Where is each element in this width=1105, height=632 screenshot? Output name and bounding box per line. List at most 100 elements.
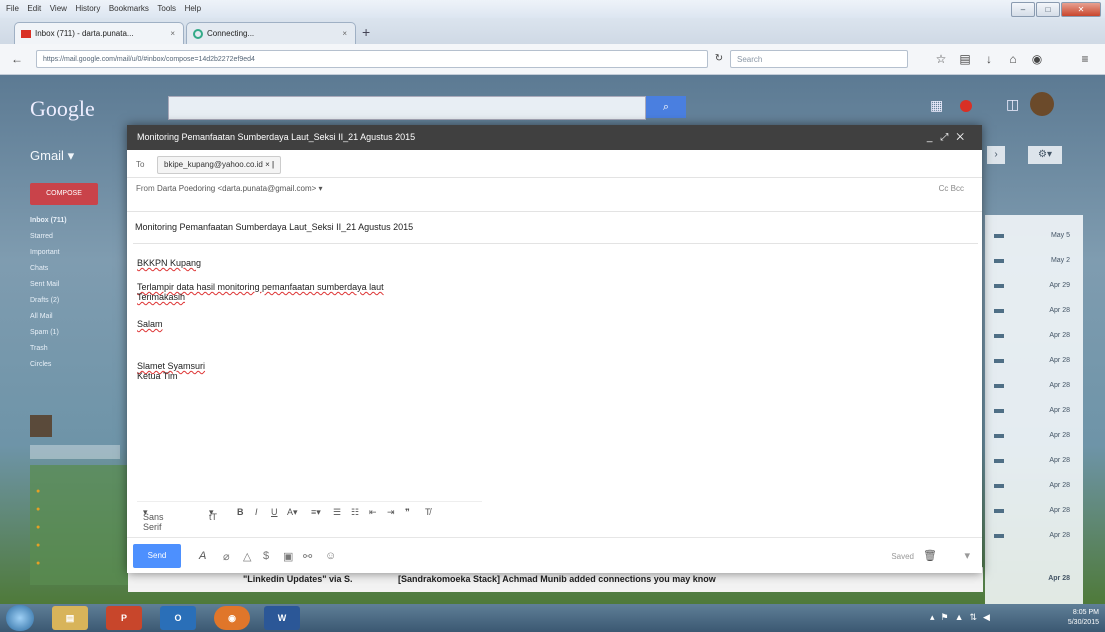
gmail-search-button[interactable]: ⌕: [646, 96, 686, 118]
mail-row[interactable]: Apr 28: [990, 302, 1080, 322]
text-color-icon[interactable]: A▾: [287, 507, 298, 518]
maximize-button[interactable]: □: [1036, 2, 1060, 17]
hangout-contact[interactable]: [36, 560, 126, 567]
hangouts-search-input[interactable]: [30, 445, 120, 459]
from-select[interactable]: Darta Poedoring <darta.punata@gmail.com>…: [157, 184, 323, 193]
tab-inbox[interactable]: Inbox (711) - darta.punata... ×: [14, 22, 184, 44]
formatting-options-icon[interactable]: A: [199, 550, 206, 562]
apps-grid-icon[interactable]: ▦: [930, 97, 943, 114]
mail-row[interactable]: Apr 28: [990, 377, 1080, 397]
body-line-1[interactable]: Terlampir data hasil monitoring pemanfaa…: [137, 282, 384, 292]
font-family-select[interactable]: Sans Serif ▾: [143, 507, 164, 532]
discard-draft-icon[interactable]: 🗑: [923, 549, 937, 562]
compose-window-controls[interactable]: _⤢✕: [927, 125, 972, 150]
more-options-icon[interactable]: ▾: [964, 549, 970, 562]
next-page-icon[interactable]: ›: [987, 146, 1005, 164]
download-icon[interactable]: ↓: [980, 50, 998, 68]
bold-icon[interactable]: B: [237, 507, 244, 517]
label-circles[interactable]: Circles: [30, 361, 51, 368]
settings-gear-icon[interactable]: ⚙▾: [1028, 146, 1062, 164]
reload-icon[interactable]: ↻: [710, 50, 728, 68]
hamburger-menu-icon[interactable]: ≡: [1076, 50, 1094, 68]
label-starred[interactable]: Starred: [30, 233, 53, 240]
mail-row[interactable]: Apr 28: [990, 427, 1080, 447]
italic-icon[interactable]: I: [255, 507, 258, 517]
close-window-button[interactable]: ✕: [1061, 2, 1101, 17]
gmail-search-input[interactable]: [168, 96, 646, 120]
attach-icon[interactable]: ⌀: [223, 550, 230, 563]
quote-icon[interactable]: ❞: [405, 507, 410, 518]
word-taskbar-icon[interactable]: W: [264, 606, 300, 630]
new-tab-button[interactable]: +: [362, 24, 370, 40]
url-bar[interactable]: https://mail.google.com/mail/u/0/#inbox/…: [36, 50, 708, 68]
menu-edit[interactable]: Edit: [27, 4, 41, 13]
insert-link-icon[interactable]: ⚯: [303, 550, 312, 563]
label-all-mail[interactable]: All Mail: [30, 313, 53, 320]
back-icon[interactable]: ←: [8, 50, 26, 68]
menu-history[interactable]: History: [75, 4, 100, 13]
body-signer-name[interactable]: Slamet Syamsuri: [137, 361, 205, 371]
close-tab-icon[interactable]: ×: [170, 23, 175, 45]
minimize-button[interactable]: –: [1011, 2, 1035, 17]
popout-icon[interactable]: ⤢: [940, 132, 956, 143]
bookmarks-list-icon[interactable]: ▤: [956, 50, 974, 68]
explorer-taskbar-icon[interactable]: ▤: [52, 606, 88, 630]
menu-file[interactable]: File: [6, 4, 19, 13]
remove-formatting-icon[interactable]: T̸: [425, 507, 431, 517]
powerpoint-taskbar-icon[interactable]: P: [106, 606, 142, 630]
mail-row[interactable]: Apr 28: [990, 327, 1080, 347]
underline-icon[interactable]: U: [271, 507, 278, 517]
send-button[interactable]: Send: [133, 544, 181, 568]
cc-bcc-link[interactable]: Cc Bcc: [939, 184, 964, 193]
mail-row[interactable]: Apr 28: [990, 527, 1080, 547]
indent-less-icon[interactable]: ⇤: [369, 507, 377, 518]
label-trash[interactable]: Trash: [30, 345, 48, 352]
hangout-contact[interactable]: [36, 524, 126, 531]
emoji-icon[interactable]: ☺: [325, 550, 336, 562]
close-icon[interactable]: ✕: [956, 132, 972, 143]
mail-row[interactable]: Apr 28: [990, 477, 1080, 497]
mail-row[interactable]: May 5: [990, 227, 1080, 247]
bulleted-list-icon[interactable]: ☷: [351, 507, 359, 518]
start-button[interactable]: [6, 605, 34, 631]
pocket-icon[interactable]: ◉: [1028, 50, 1046, 68]
subject-field[interactable]: Monitoring Pemanfaatan Sumberdaya Laut_S…: [135, 222, 413, 232]
insert-photo-icon[interactable]: ▣: [283, 550, 293, 563]
label-chats[interactable]: Chats: [30, 265, 48, 272]
outlook-taskbar-icon[interactable]: O: [160, 606, 196, 630]
body-line-2[interactable]: Terimakasih: [137, 292, 185, 302]
close-tab-icon[interactable]: ×: [342, 23, 347, 45]
mail-row[interactable]: Apr 28: [990, 452, 1080, 472]
label-sent[interactable]: Sent Mail: [30, 281, 59, 288]
notification-icon[interactable]: [960, 100, 972, 112]
menu-view[interactable]: View: [50, 4, 67, 13]
home-icon[interactable]: ⌂: [1004, 50, 1022, 68]
account-avatar[interactable]: [1030, 92, 1054, 116]
label-drafts[interactable]: Drafts (2): [30, 297, 59, 304]
body-signer-title[interactable]: Ketua Tim: [137, 371, 178, 381]
mail-row[interactable]: Apr 28: [990, 352, 1080, 372]
firefox-taskbar-icon[interactable]: ◉: [214, 606, 250, 630]
system-tray[interactable]: ▴⚑▲⇅◀: [930, 612, 996, 623]
font-size-select[interactable]: tT ▾: [209, 507, 217, 522]
hangout-contact[interactable]: [36, 542, 126, 549]
menu-bookmarks[interactable]: Bookmarks: [109, 4, 149, 13]
body-greeting[interactable]: BKKPN Kupang: [137, 258, 201, 268]
taskbar-clock[interactable]: 8:05 PM 5/30/2015: [1068, 608, 1099, 628]
minimize-icon[interactable]: _: [927, 132, 941, 143]
mail-row[interactable]: Apr 29: [990, 277, 1080, 297]
compose-header[interactable]: Monitoring Pemanfaatan Sumberdaya Laut_S…: [127, 125, 982, 150]
gmail-product-label[interactable]: Gmail ▾: [30, 148, 74, 164]
align-icon[interactable]: ≡▾: [311, 507, 321, 518]
mail-row[interactable]: Apr 28: [990, 502, 1080, 522]
body-closing[interactable]: Salam: [137, 319, 163, 329]
mail-row[interactable]: Apr 28: [990, 402, 1080, 422]
money-icon[interactable]: $: [263, 550, 269, 562]
browser-search-input[interactable]: Search: [730, 50, 908, 68]
drive-icon[interactable]: △: [243, 550, 251, 563]
mail-row[interactable]: May 2: [990, 252, 1080, 272]
hangout-contact[interactable]: [36, 506, 126, 513]
hangout-contact[interactable]: [36, 488, 126, 495]
compose-button[interactable]: COMPOSE: [30, 183, 98, 205]
numbered-list-icon[interactable]: ☰: [333, 507, 341, 518]
